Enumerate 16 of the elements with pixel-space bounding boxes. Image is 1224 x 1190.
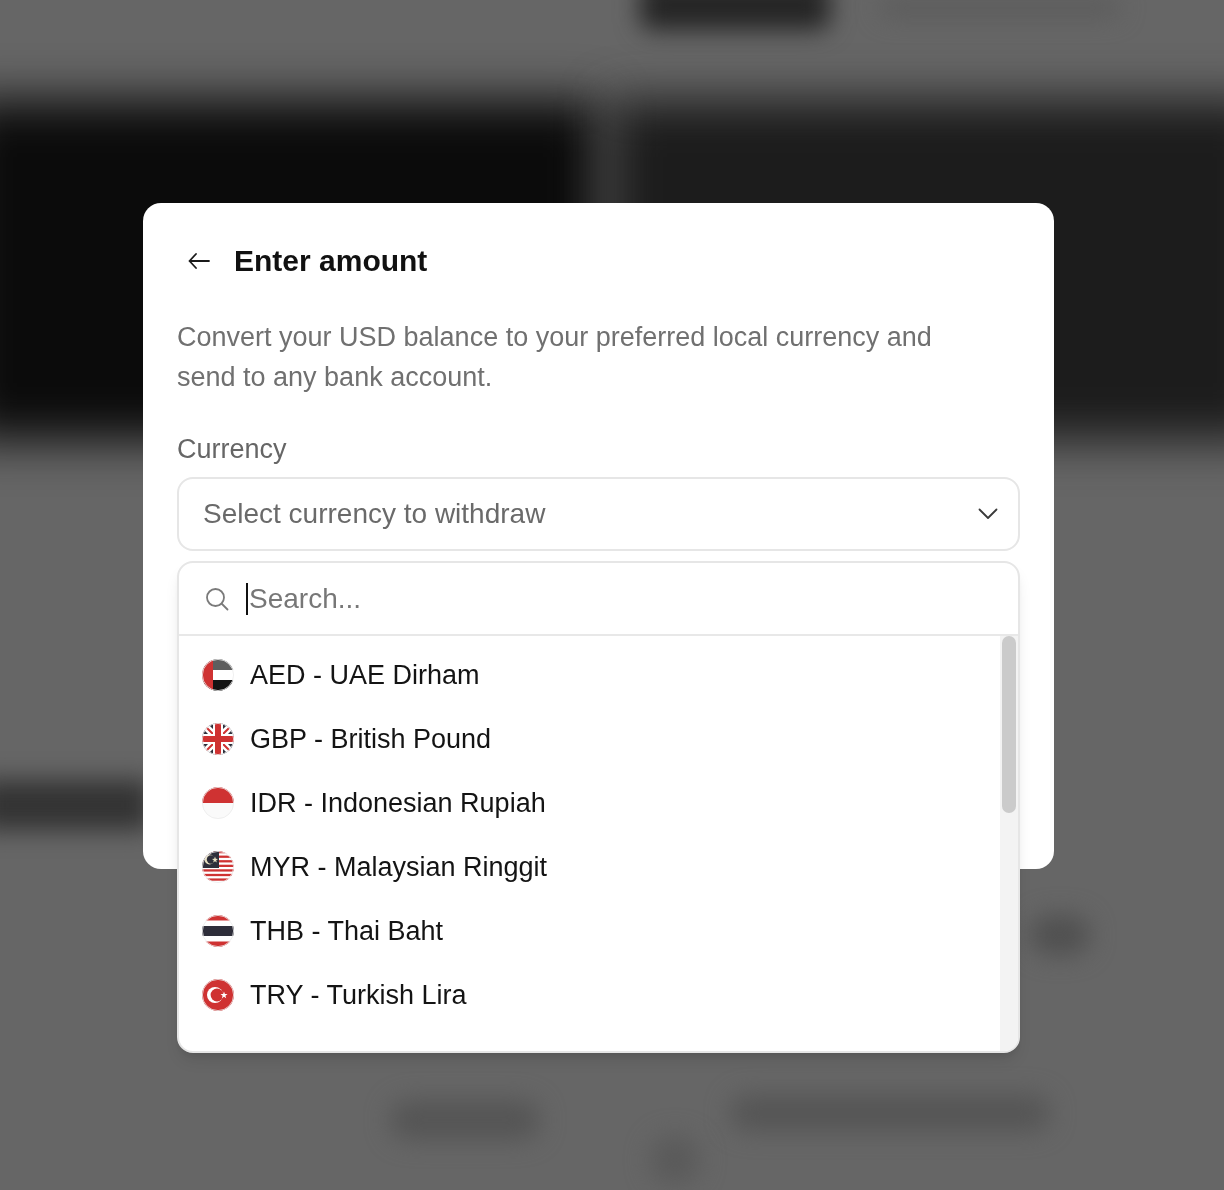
dialog-title: Enter amount: [234, 243, 428, 279]
search-icon: [205, 586, 229, 611]
scrollbar-thumb[interactable]: [1002, 636, 1016, 813]
uae-flag-icon: [202, 659, 234, 691]
uk-flag-icon: [202, 723, 234, 755]
arrow-left-icon: [188, 253, 210, 269]
dialog-description: Convert your USD balance to your preferred local currency and send to any bank account.: [177, 321, 933, 394]
malaysia-flag-icon: [202, 851, 234, 883]
turkey-flag-icon: [202, 979, 234, 1011]
chevron-down-icon: [978, 508, 998, 520]
thailand-flag-icon: [202, 915, 234, 947]
currency-select[interactable]: Select currency to withdraw: [177, 477, 1020, 551]
text-cursor-icon: [246, 582, 248, 615]
indonesia-flag-icon: [202, 787, 234, 819]
currency-label: Currency: [177, 433, 287, 466]
search-field[interactable]: Search...: [179, 563, 1018, 636]
